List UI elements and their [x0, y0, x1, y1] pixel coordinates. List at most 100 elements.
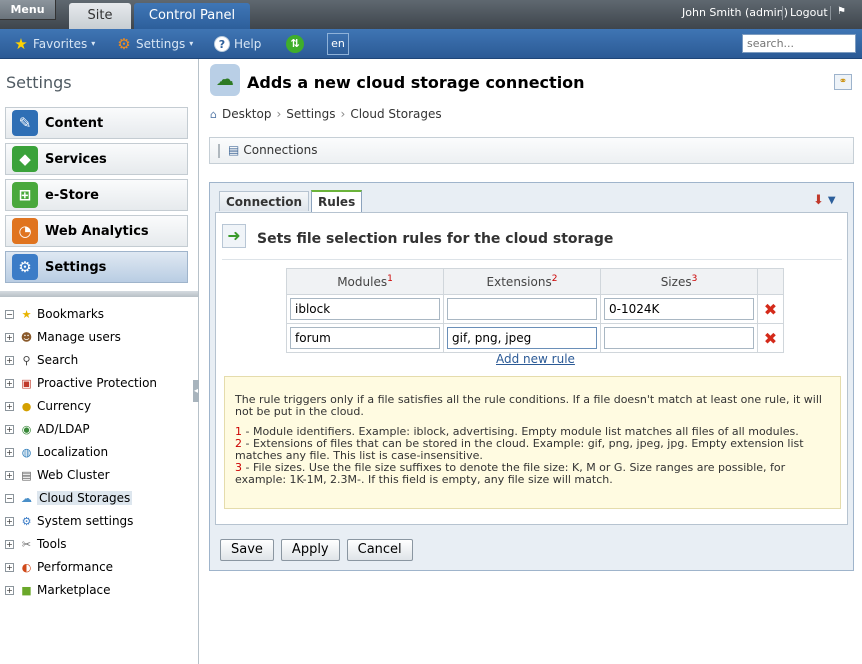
tree-label: System settings	[37, 514, 134, 528]
favorites-menu[interactable]: ★ Favorites ▾	[13, 34, 95, 54]
cell	[443, 323, 601, 353]
tree-item-ad-ldap[interactable]: + ◉ AD/LDAP	[5, 420, 90, 438]
tree-label: Currency	[37, 399, 92, 413]
services-icon: ◆	[12, 146, 38, 172]
favorites-label: Favorites	[33, 37, 88, 51]
link-icon[interactable]: ⚭	[834, 74, 852, 90]
tree-label: Bookmarks	[37, 307, 105, 321]
expand-icon[interactable]: −	[5, 309, 14, 319]
section-label: Services	[45, 151, 107, 167]
tree-item-manage-users[interactable]: + ☻ Manage users	[5, 328, 121, 346]
header-label: Sizes	[660, 275, 692, 289]
breadcrumb-separator: ›	[340, 107, 346, 121]
gauge-icon: ◐	[21, 560, 32, 574]
expand-icon[interactable]: +	[5, 424, 14, 434]
delete-icon[interactable]: ✖	[757, 294, 784, 324]
section-label: Web Analytics	[45, 223, 149, 239]
panel-splitter[interactable]	[0, 291, 198, 297]
expand-icon[interactable]: +	[5, 562, 14, 572]
section-e-store[interactable]: ⊞ e-Store	[5, 179, 188, 211]
download-icon[interactable]: ⬇	[813, 193, 824, 208]
content-icon: ✎	[12, 110, 38, 136]
expand-icon[interactable]: +	[5, 539, 14, 549]
expand-icon[interactable]: +	[5, 447, 14, 457]
column-header-delete	[757, 268, 784, 295]
tree-label: Performance	[37, 560, 114, 574]
divider	[782, 6, 783, 20]
section-label: Content	[45, 115, 104, 131]
extensions-input[interactable]	[447, 327, 597, 349]
tree-item-system-settings[interactable]: + ⚙ System settings	[5, 512, 133, 530]
cancel-button[interactable]: Cancel	[346, 539, 413, 561]
divider	[830, 6, 831, 20]
expand-icon[interactable]: +	[5, 585, 14, 595]
language-button[interactable]: en	[327, 33, 349, 55]
sync-button[interactable]: ⇅	[286, 34, 304, 54]
tab-rules[interactable]: Rules	[311, 190, 363, 212]
header-label: Extensions	[486, 275, 552, 289]
left-panel: Settings ✎ Content ◆ Services ⊞ e-Store …	[0, 59, 199, 664]
section-title: Sets file selection rules for the cloud …	[257, 231, 614, 247]
tree-item-search[interactable]: + ⚲ Search	[5, 351, 78, 369]
tree-item-web-cluster[interactable]: + ▤ Web Cluster	[5, 466, 110, 484]
tree-item-currency[interactable]: + ● Currency	[5, 397, 91, 415]
column-header-extensions: Extensions2	[443, 268, 601, 295]
gear-icon: ⚙	[12, 254, 38, 280]
tree-item-tools[interactable]: + ✂ Tools	[5, 535, 67, 553]
expand-icon[interactable]: +	[5, 378, 14, 388]
tab-site[interactable]: Site	[69, 3, 131, 29]
collapse-handle[interactable]: ◂	[193, 380, 199, 402]
flag-icon[interactable]: ⚑	[837, 6, 855, 18]
breadcrumb-item[interactable]: Cloud Storages	[350, 107, 441, 121]
section-services[interactable]: ◆ Services	[5, 143, 188, 175]
rules-panel: ➜ Sets file selection rules for the clou…	[215, 212, 848, 525]
connections-label: Connections	[243, 143, 318, 157]
tab-control-panel[interactable]: Control Panel	[134, 3, 250, 29]
tab-connection[interactable]: Connection	[219, 191, 310, 211]
settings-menu[interactable]: ⚙ Settings ▾	[116, 34, 193, 54]
marketplace-icon: ■	[21, 583, 32, 597]
breadcrumb-item[interactable]: Settings	[286, 107, 335, 121]
expand-icon[interactable]: +	[5, 332, 14, 342]
tree-item-cloud-storages[interactable]: − ☁ Cloud Storages	[5, 489, 133, 507]
sizes-input[interactable]	[604, 298, 754, 320]
section-label: e-Store	[45, 187, 99, 203]
logout-link[interactable]: Logout	[790, 6, 828, 19]
section-content[interactable]: ✎ Content	[5, 107, 188, 139]
apply-button[interactable]: Apply	[280, 539, 340, 561]
tree-item-marketplace[interactable]: + ■ Marketplace	[5, 581, 111, 599]
toolbar: ★ Favorites ▾ ⚙ Settings ▾ ? Help ⇅ en	[0, 29, 862, 59]
section-settings[interactable]: ⚙ Settings	[5, 251, 188, 283]
help-button[interactable]: ? Help	[214, 34, 261, 54]
sizes-input[interactable]	[604, 327, 754, 349]
tree-item-bookmarks[interactable]: − ★ Bookmarks	[5, 305, 104, 323]
expand-icon[interactable]: +	[5, 470, 14, 480]
expand-icon[interactable]: +	[5, 355, 14, 365]
expand-icon[interactable]: −	[5, 493, 14, 503]
menu-button[interactable]: Menu	[0, 0, 56, 20]
expand-icon[interactable]: +	[5, 516, 14, 526]
add-rule-link[interactable]: Add new rule	[496, 352, 575, 366]
save-button[interactable]: Save	[220, 539, 274, 561]
analytics-icon: ◔	[12, 218, 38, 244]
chevron-down-icon[interactable]: ▼	[828, 195, 836, 206]
breadcrumb-item[interactable]: Desktop	[222, 107, 272, 121]
tree-label: Tools	[37, 537, 67, 551]
breadcrumb-separator: ›	[276, 107, 282, 121]
module-input[interactable]	[290, 327, 440, 349]
extensions-input[interactable]	[447, 298, 597, 320]
section-web-analytics[interactable]: ◔ Web Analytics	[5, 215, 188, 247]
module-input[interactable]	[290, 298, 440, 320]
search-icon: ⚲	[22, 353, 31, 367]
tree-item-proactive-protection[interactable]: + ▣ Proactive Protection	[5, 374, 157, 392]
search-input[interactable]	[742, 34, 856, 53]
connections-button[interactable]: ▤ Connections	[228, 143, 318, 157]
tree-item-localization[interactable]: + ◍ Localization	[5, 443, 108, 461]
expand-icon[interactable]: +	[5, 401, 14, 411]
delete-icon[interactable]: ✖	[757, 323, 784, 353]
tree-item-performance[interactable]: + ◐ Performance	[5, 558, 113, 576]
settings-label: Settings	[136, 37, 186, 51]
page-title: Adds a new cloud storage connection	[247, 73, 585, 92]
user-link[interactable]: John Smith (admin)	[682, 6, 788, 19]
help-note: The rule triggers only if a file satisfi…	[224, 376, 841, 509]
